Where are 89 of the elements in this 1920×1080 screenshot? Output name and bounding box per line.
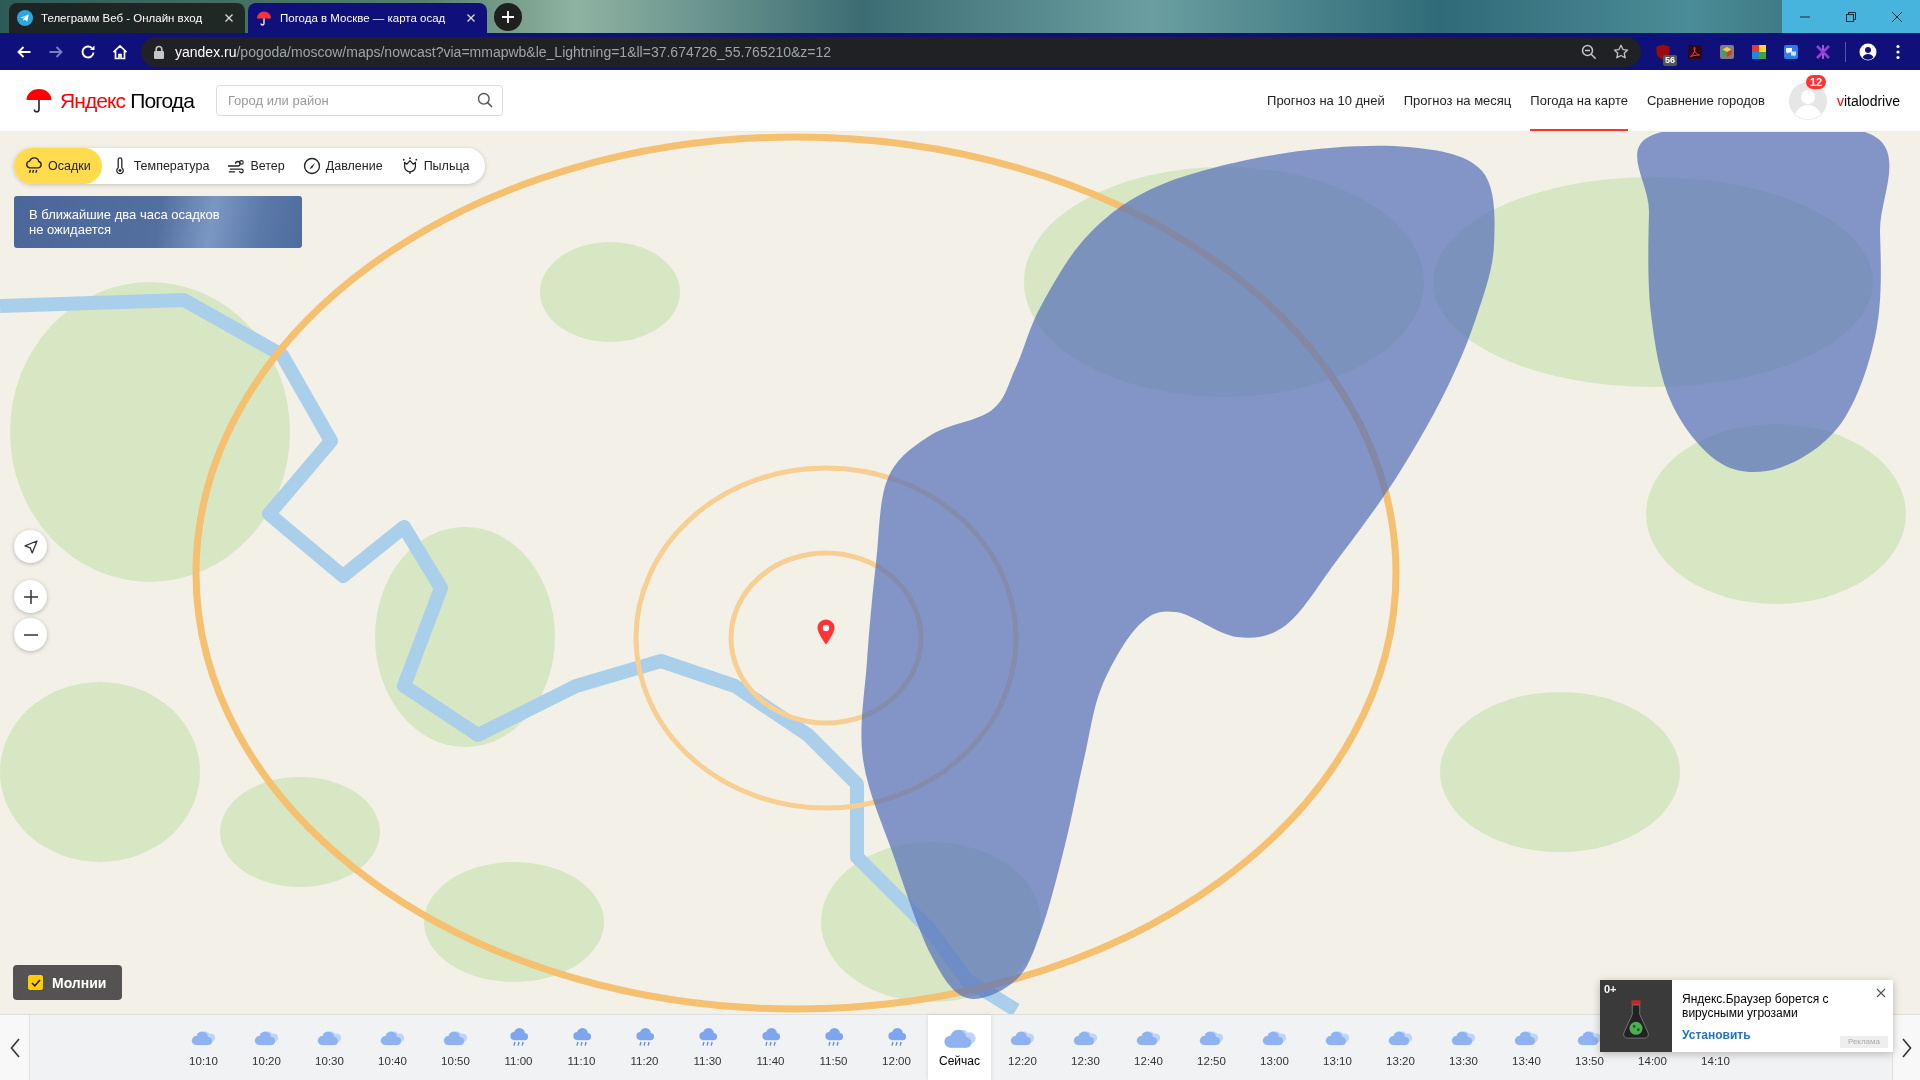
forecast-notice: В ближайшие два часа осадков не ожидается	[14, 196, 302, 248]
time-slot[interactable]: 13:50	[1558, 1015, 1621, 1080]
time-slot[interactable]: 11:20	[613, 1015, 676, 1080]
layer-tab[interactable]: Давление	[293, 148, 392, 184]
document-icon[interactable]	[1687, 43, 1703, 60]
rain-cloud-icon	[760, 1027, 781, 1047]
time-slot[interactable]: 12:30	[1054, 1015, 1117, 1080]
time-slot[interactable]: 11:00	[487, 1015, 550, 1080]
time-slot[interactable]: 14:00	[1621, 1053, 1684, 1080]
notification-badge: 12	[1805, 74, 1827, 89]
layer-tab[interactable]: Осадки	[14, 148, 102, 184]
plus-icon	[501, 9, 515, 24]
time-slot[interactable]: 12:00	[865, 1015, 928, 1080]
circular-arrow-icon[interactable]	[80, 43, 96, 60]
time-slot[interactable]: 12:50	[1180, 1015, 1243, 1080]
next-button[interactable]	[1892, 1015, 1920, 1080]
time-slot[interactable]: 11:10	[550, 1015, 613, 1080]
checkbox[interactable]	[28, 975, 43, 990]
rain-cloud-icon	[508, 1027, 529, 1047]
nav-link[interactable]: Сравнение городов	[1646, 70, 1765, 131]
gauge-icon	[302, 157, 321, 175]
flower-icon	[400, 157, 419, 175]
minus-icon	[23, 633, 38, 636]
rain-cloud-icon	[886, 1027, 907, 1047]
time-slot[interactable]: 12:20	[991, 1015, 1054, 1080]
speech-bubbles-icon[interactable]	[1783, 43, 1799, 60]
lock-icon	[153, 44, 165, 59]
rain-cloud-icon	[634, 1027, 655, 1047]
rain-cloud-icon	[823, 1027, 844, 1047]
logo-link[interactable]: Яндекс Погода	[25, 86, 194, 115]
rain-cloud-icon	[697, 1027, 718, 1047]
navigation-arrow-icon	[23, 539, 38, 554]
age-rating-label: 0+	[1604, 983, 1617, 995]
cube-icon[interactable]	[1719, 43, 1735, 60]
browser-tab[interactable]: Телеграмм Веб - Онлайн вход	[9, 3, 245, 33]
time-slot[interactable]: 10:30	[298, 1015, 361, 1080]
new-tab-button[interactable]	[494, 2, 522, 31]
close-icon	[1892, 11, 1902, 22]
time-slot[interactable]: 10:20	[235, 1015, 298, 1080]
close-icon[interactable]	[1876, 988, 1886, 998]
cross-icon[interactable]	[1815, 43, 1831, 60]
install-link[interactable]: Установить	[1682, 1028, 1751, 1042]
nav-link[interactable]: Прогноз на 10 дней	[1267, 70, 1385, 131]
ad-text: Яндекс.Браузер борется с вирусными угрозами	[1682, 992, 1830, 1020]
browser-tab[interactable]: Погода в Москве — карта осад	[248, 3, 487, 33]
rain-cloud-icon	[25, 157, 43, 175]
restore-icon	[1846, 11, 1856, 22]
time-slot[interactable]: Сейчас	[928, 1015, 991, 1080]
search-field[interactable]: Город или район	[215, 85, 503, 116]
four-squares-icon[interactable]	[1751, 43, 1767, 60]
plus-icon	[23, 589, 38, 604]
search-icon[interactable]	[476, 92, 493, 108]
time-slot[interactable]: 10:10	[172, 1015, 235, 1080]
time-slot[interactable]: 13:30	[1432, 1015, 1495, 1080]
address-bar[interactable]: yandex.ru/pogoda/moscow/maps/nowcast?via=mmapwb&le_Lightning=1&ll=37.674726_55.765210&z=12	[141, 36, 1641, 67]
time-slot[interactable]: 13:10	[1306, 1015, 1369, 1080]
time-slot[interactable]: 13:00	[1243, 1015, 1306, 1080]
time-slot[interactable]: 13:40	[1495, 1015, 1558, 1080]
extension-badge: 56	[1663, 54, 1677, 66]
nav-link[interactable]: Прогноз на месяц	[1403, 70, 1512, 131]
person-circle-icon[interactable]	[1859, 42, 1877, 61]
location-pin-icon[interactable]	[817, 619, 835, 645]
username-link[interactable]: vitalodrive	[1836, 92, 1900, 109]
time-slot[interactable]: 11:50	[802, 1015, 865, 1080]
umbrella-icon	[25, 86, 53, 115]
magnifier-minus-icon[interactable]	[1581, 43, 1597, 60]
time-slot[interactable]: 11:40	[739, 1015, 802, 1080]
star-icon[interactable]	[1613, 43, 1629, 60]
rain-cloud-icon	[571, 1027, 592, 1047]
time-slot[interactable]: 11:30	[676, 1015, 739, 1080]
check-icon	[30, 978, 41, 987]
layer-tab[interactable]: Температура	[101, 148, 219, 184]
flask-icon	[1622, 999, 1650, 1039]
paper-plane-icon	[17, 10, 33, 26]
lightning-toggle[interactable]: Молнии	[13, 965, 123, 1000]
menu-icon[interactable]	[1896, 43, 1900, 60]
time-slot[interactable]: 13:20	[1369, 1015, 1432, 1080]
layer-tab[interactable]: Пыльца	[391, 148, 479, 184]
ad-label: Реклама	[1839, 1036, 1888, 1048]
time-slot[interactable]: 12:40	[1117, 1015, 1180, 1080]
wind-icon	[227, 157, 246, 175]
house-icon[interactable]	[112, 43, 128, 60]
time-slot[interactable]: 10:50	[424, 1015, 487, 1080]
time-slot[interactable]: 10:40	[361, 1015, 424, 1080]
chevron-right-icon	[1901, 1037, 1912, 1058]
umbrella-icon	[256, 10, 272, 26]
layer-tab[interactable]: Ветер	[218, 148, 294, 184]
time-slot[interactable]: 14:10	[1684, 1053, 1747, 1080]
chevron-left-icon	[9, 1037, 20, 1058]
